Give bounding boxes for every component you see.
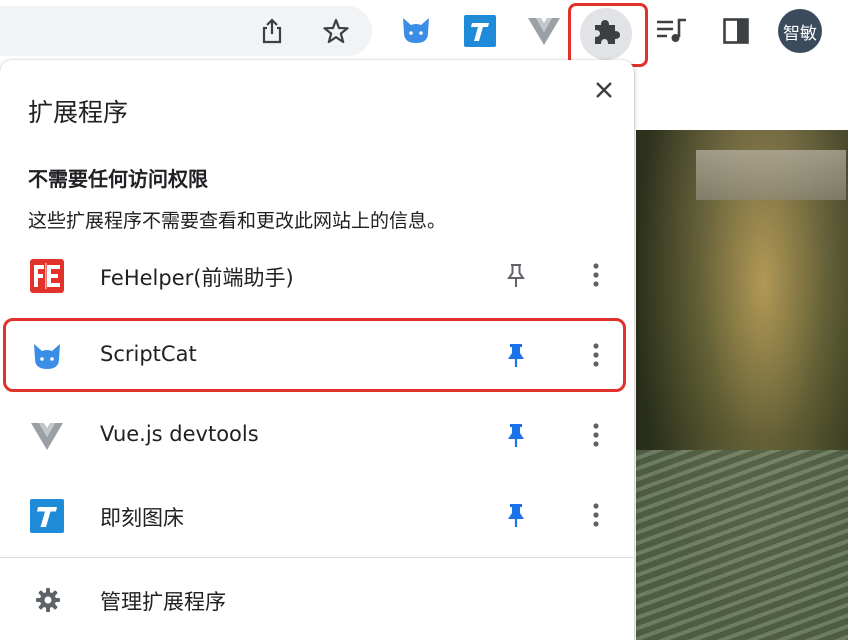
jike-tuchuang-icon (30, 499, 64, 533)
extension-row-jike-tuchuang[interactable]: 即刻图床 (0, 480, 634, 550)
popup-title: 扩展程序 (28, 98, 129, 127)
jike-tuchuang-icon (464, 15, 496, 47)
share-button[interactable] (252, 11, 292, 51)
side-panel-button[interactable] (716, 11, 756, 51)
side-panel-icon (723, 18, 749, 44)
vue-devtools-icon (31, 423, 63, 450)
photo-tea-rows (636, 450, 848, 640)
pin-icon[interactable] (502, 261, 530, 289)
more-options-icon[interactable] (582, 421, 610, 449)
vue-devtools-icon (528, 18, 560, 45)
scriptcat-icon (403, 18, 429, 43)
manage-extensions-label: 管理扩展程序 (100, 590, 226, 614)
extension-name: 即刻图床 (100, 506, 184, 530)
profile-avatar[interactable]: 智敏 (778, 9, 822, 53)
pin-filled-icon[interactable] (502, 501, 530, 529)
pin-filled-icon[interactable] (502, 421, 530, 449)
more-options-icon[interactable] (582, 501, 610, 529)
bookmark-button[interactable] (316, 11, 356, 51)
extensions-button-highlight (568, 3, 648, 67)
media-queue-button[interactable] (652, 11, 692, 51)
section-heading: 不需要任何访问权限 (28, 167, 208, 191)
vue-devtools-toolbar-button[interactable] (524, 11, 564, 51)
close-button[interactable] (588, 74, 620, 106)
divider (0, 557, 634, 558)
jike-tuchuang-toolbar-button[interactable] (460, 11, 500, 51)
extension-name: Vue.js devtools (100, 422, 259, 446)
bookmark-star-icon (323, 18, 349, 44)
extension-name: FeHelper(前端助手) (100, 266, 294, 290)
fehelper-icon (30, 259, 64, 293)
share-icon (262, 18, 282, 44)
page-background-photo (636, 130, 848, 640)
extension-row-fehelper[interactable]: FeHelper(前端助手) (0, 240, 634, 310)
extension-row-vue-devtools[interactable]: Vue.js devtools (0, 400, 634, 470)
scriptcat-row-highlight (3, 318, 626, 392)
media-queue-icon (657, 18, 686, 42)
more-options-icon[interactable] (582, 261, 610, 289)
scriptcat-toolbar-button[interactable] (396, 11, 436, 51)
photo-sky (696, 150, 846, 200)
close-icon (596, 82, 612, 98)
browser-toolbar: 智敏 (0, 0, 848, 67)
manage-extensions-button[interactable]: 管理扩展程序 (0, 570, 634, 630)
gear-icon (36, 588, 60, 612)
section-description: 这些扩展程序不需要查看和更改此网站上的信息。 (28, 210, 447, 232)
extensions-menu: 扩展程序 不需要任何访问权限 这些扩展程序不需要查看和更改此网站上的信息。 Fe… (0, 60, 634, 640)
